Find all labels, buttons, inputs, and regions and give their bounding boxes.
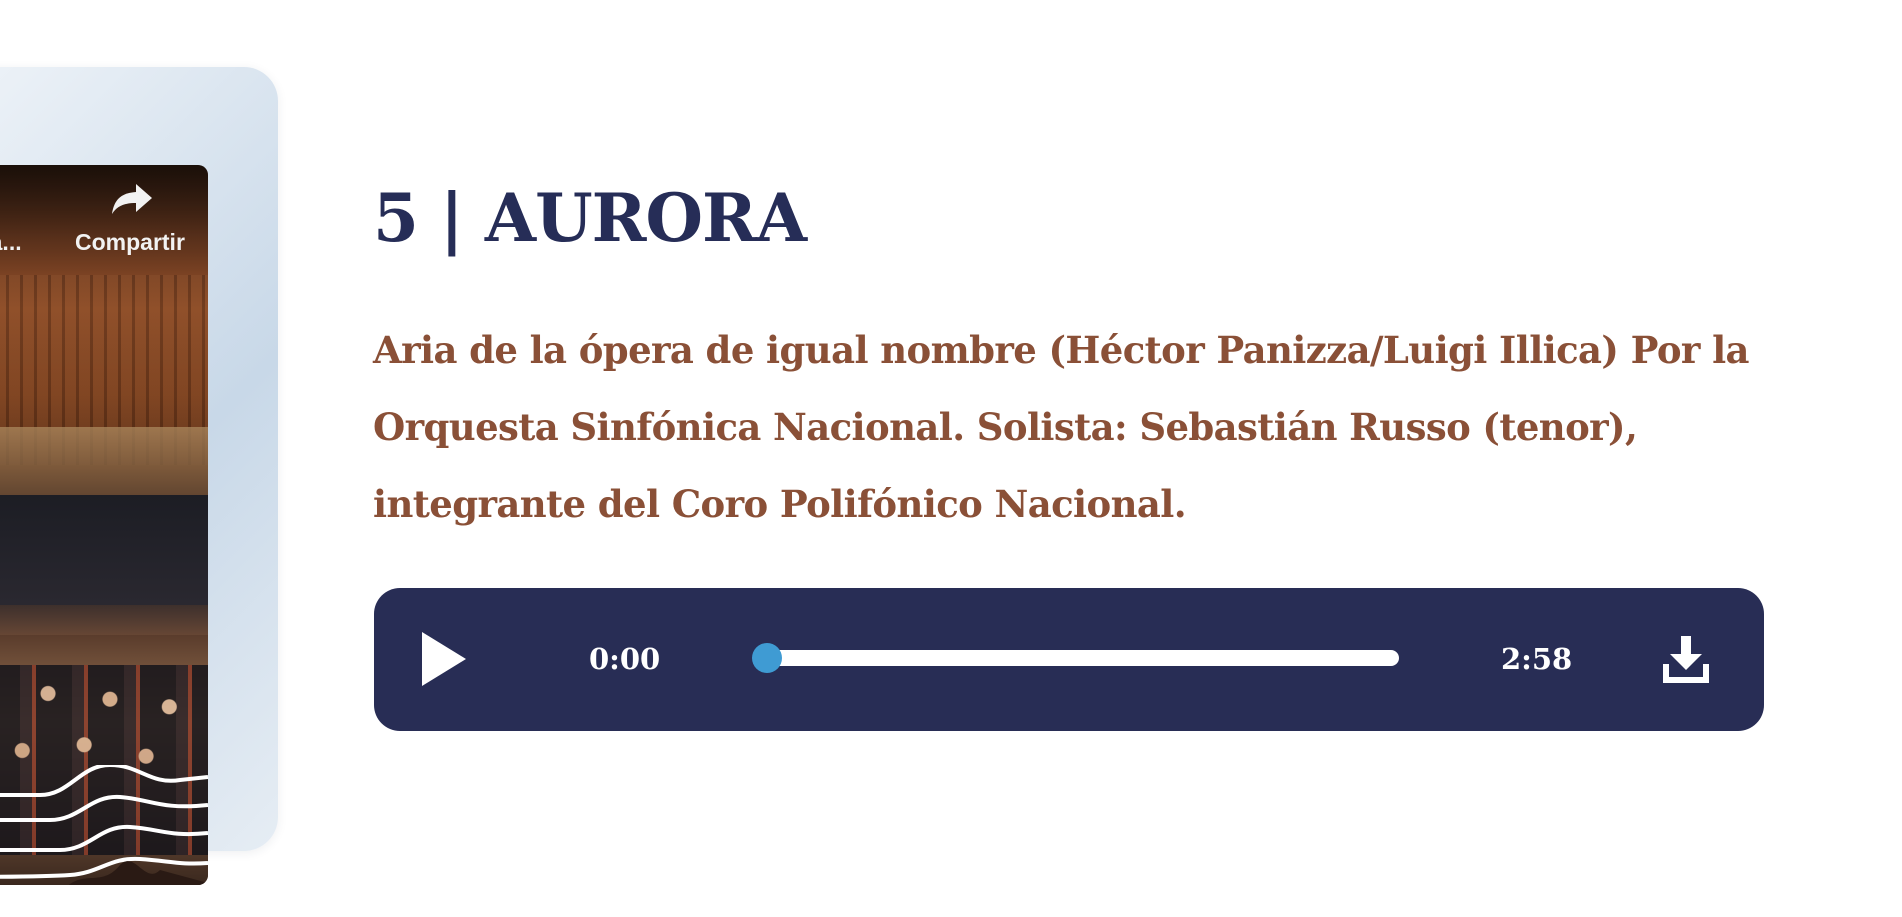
download-icon (1663, 636, 1709, 683)
progress-handle[interactable] (752, 643, 782, 673)
video-card: ás ta... Compartir (0, 67, 278, 885)
progress-bar[interactable] (764, 650, 1399, 666)
play-button[interactable] (414, 628, 474, 690)
play-icon (422, 632, 466, 686)
share-label[interactable]: Compartir (75, 229, 185, 256)
total-time: 2:58 (1501, 642, 1573, 676)
download-button[interactable] (1662, 634, 1710, 684)
video-top-shade (0, 165, 208, 275)
watch-later-label[interactable]: ás ta... (0, 229, 22, 256)
video-player[interactable]: ás ta... Compartir (0, 165, 208, 885)
current-time: 0:00 (589, 642, 661, 676)
video-backdrop-band (0, 495, 208, 605)
track-description: Aria de la ópera de igual nombre (Héctor… (373, 328, 1750, 526)
wave-decoration (0, 765, 208, 885)
video-backdrop-balcony (0, 427, 208, 497)
audio-player: 0:00 2:58 (374, 588, 1764, 731)
share-arrow-icon[interactable] (110, 180, 154, 220)
track-title: 5 | AURORA (373, 179, 807, 257)
